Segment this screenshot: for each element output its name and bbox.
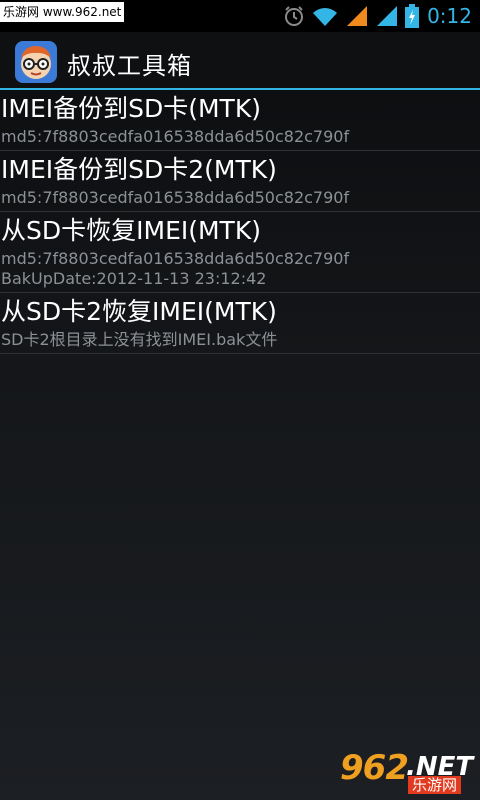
- wifi-icon: [311, 5, 339, 27]
- list-item[interactable]: IMEI备份到SD卡2(MTK) md5:7f8803cedfa016538dd…: [0, 151, 480, 212]
- list-item-subtitle: md5:7f8803cedfa016538dda6d50c82c790f: [1, 249, 350, 268]
- list-item-title: 从SD卡2恢复IMEI(MTK): [1, 297, 277, 326]
- site-watermark: 乐游网 www.962.net: [0, 2, 125, 22]
- list-item[interactable]: 从SD卡2恢复IMEI(MTK) SD卡2根目录上没有找到IMEI.bak文件: [0, 293, 480, 354]
- list-item-subtitle: md5:7f8803cedfa016538dda6d50c82c790f: [1, 127, 350, 146]
- site-logo-watermark: 962 .NET 乐游网: [340, 748, 476, 794]
- tool-list: IMEI备份到SD卡(MTK) md5:7f8803cedfa016538dda…: [0, 90, 480, 354]
- watermark-number: 962: [340, 748, 409, 788]
- app-title: 叔叔工具箱: [67, 52, 192, 80]
- list-item-subtitle: BakUpDate:2012-11-13 23:12:42: [1, 269, 267, 288]
- action-bar: 叔叔工具箱: [0, 32, 480, 90]
- list-item[interactable]: 从SD卡恢复IMEI(MTK) md5:7f8803cedfa016538dda…: [0, 212, 480, 293]
- status-icons: 0:12: [283, 0, 472, 32]
- watermark-brand-cn: 乐游网: [408, 776, 462, 794]
- app-face-icon[interactable]: [14, 40, 58, 84]
- list-item-title: IMEI备份到SD卡2(MTK): [1, 155, 277, 184]
- clock: 0:12: [427, 4, 472, 28]
- status-bar: 乐游网 www.962.net 0:12: [0, 0, 480, 32]
- list-item-subtitle: md5:7f8803cedfa016538dda6d50c82c790f: [1, 188, 350, 207]
- list-item-title: IMEI备份到SD卡(MTK): [1, 94, 261, 123]
- list-item[interactable]: IMEI备份到SD卡(MTK) md5:7f8803cedfa016538dda…: [0, 90, 480, 151]
- signal-icon: [345, 5, 369, 27]
- battery-charging-icon: [405, 4, 420, 28]
- list-item-subtitle: SD卡2根目录上没有找到IMEI.bak文件: [1, 330, 278, 349]
- alarm-icon: [283, 5, 305, 27]
- list-item-title: 从SD卡恢复IMEI(MTK): [1, 216, 261, 245]
- signal-icon: [375, 5, 399, 27]
